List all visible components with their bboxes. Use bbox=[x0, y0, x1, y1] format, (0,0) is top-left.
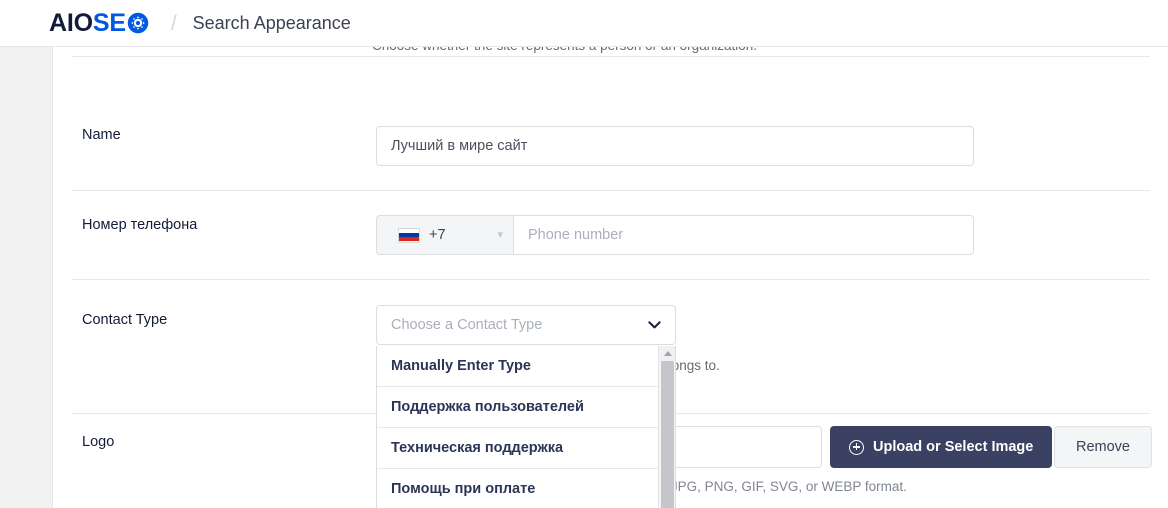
contact-type-option-list: Manually Enter Type Поддержка пользовате… bbox=[377, 346, 660, 508]
contact-type-option[interactable]: Поддержка пользователей bbox=[377, 387, 660, 428]
page-title: Search Appearance bbox=[192, 12, 351, 33]
name-label: Name bbox=[82, 127, 121, 143]
row-divider bbox=[72, 190, 1150, 191]
row-divider bbox=[72, 56, 1150, 57]
scroll-up-arrow-icon[interactable] bbox=[659, 346, 675, 361]
name-input[interactable]: Лучший в мире сайт bbox=[376, 126, 974, 166]
contact-type-dropdown[interactable]: Manually Enter Type Поддержка пользовате… bbox=[376, 346, 676, 508]
aioseo-logo[interactable]: AIO SE bbox=[49, 8, 149, 37]
remove-button-label: Remove bbox=[1076, 439, 1130, 455]
country-dial-code: +7 bbox=[429, 227, 446, 243]
contact-type-option[interactable]: Manually Enter Type bbox=[377, 346, 660, 387]
row-divider bbox=[72, 279, 1150, 280]
upload-or-select-image-button[interactable]: Upload or Select Image bbox=[830, 426, 1053, 468]
contact-type-label: Contact Type bbox=[82, 312, 168, 328]
person-or-organization-help-text: Choose whether the site represents a per… bbox=[372, 47, 757, 53]
breadcrumb-separator: / bbox=[170, 11, 177, 35]
phone-field-group: +7 ▾ Phone number bbox=[376, 215, 974, 255]
country-code-select[interactable]: +7 ▾ bbox=[376, 215, 513, 255]
sidebar[interactable] bbox=[0, 47, 53, 508]
logo-text-aio: AIO bbox=[49, 8, 93, 37]
russia-flag-icon bbox=[398, 227, 420, 243]
contact-type-option[interactable]: Помощь при оплате bbox=[377, 469, 660, 508]
dropdown-scrollbar[interactable] bbox=[658, 346, 675, 508]
plus-circle-icon bbox=[849, 439, 864, 455]
phone-number-placeholder: Phone number bbox=[528, 227, 624, 243]
logo-label: Logo bbox=[82, 434, 115, 450]
phone-label: Номер телефона bbox=[82, 217, 198, 233]
app-root: AIOSE / Search Appearance Choose whether… bbox=[0, 0, 1168, 508]
contact-type-select[interactable]: Choose a Contact Type bbox=[376, 305, 676, 345]
scrollbar-thumb[interactable] bbox=[661, 361, 674, 508]
name-input-value: Лучший в мире сайт bbox=[391, 138, 528, 154]
gear-icon bbox=[127, 12, 149, 34]
phone-number-input[interactable]: Phone number bbox=[513, 215, 974, 255]
settings-content: Choose whether the site represents a per… bbox=[54, 47, 1168, 508]
chevron-down-icon: ▾ bbox=[497, 228, 503, 241]
app-header: AIO SE / Search Appearance bbox=[0, 0, 1168, 47]
logo-text-seo: SE bbox=[92, 8, 126, 37]
logo-wordmark: AIO SE bbox=[49, 8, 149, 37]
upload-button-label: Upload or Select Image bbox=[873, 439, 1034, 455]
contact-type-option[interactable]: Техническая поддержка bbox=[377, 428, 660, 469]
contact-type-select-placeholder: Choose a Contact Type bbox=[391, 317, 543, 333]
chevron-down-icon bbox=[648, 320, 661, 330]
remove-image-button[interactable]: Remove bbox=[1054, 426, 1152, 468]
